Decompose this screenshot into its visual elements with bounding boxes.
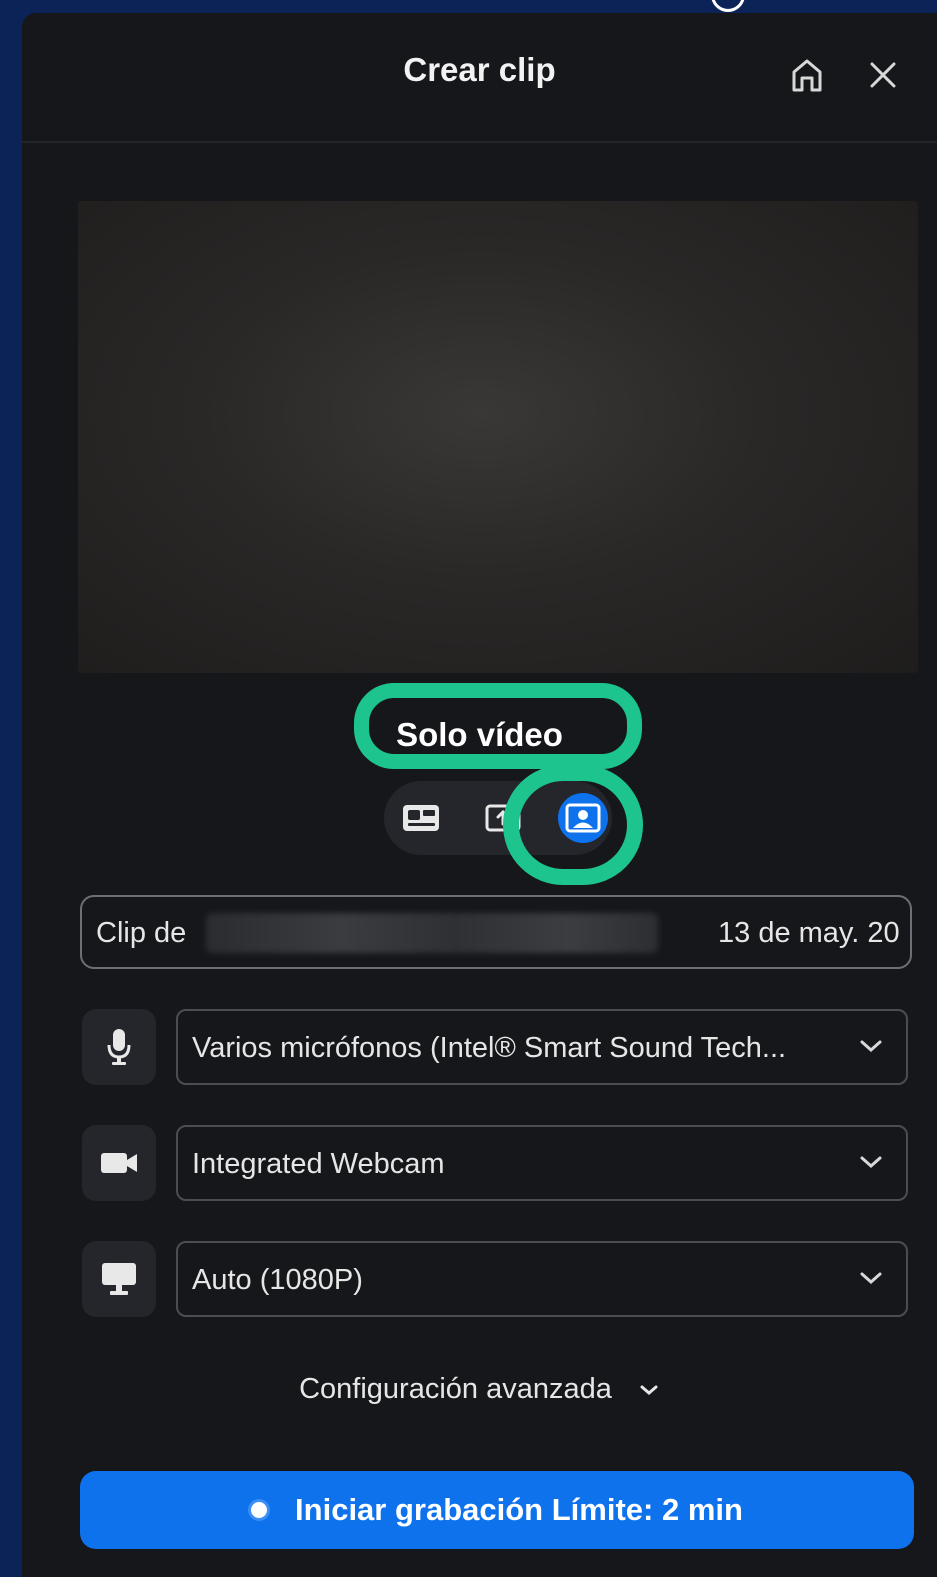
clip-name-date: 13 de may. 20 bbox=[718, 917, 900, 949]
chevron-down-icon bbox=[860, 1040, 882, 1053]
resolution-select[interactable]: Auto (1080P) bbox=[176, 1241, 908, 1317]
mode-camera-only-button[interactable] bbox=[558, 793, 608, 843]
home-icon bbox=[792, 59, 822, 92]
chevron-down-icon bbox=[860, 1156, 882, 1169]
recording-mode-label: Solo vídeo bbox=[396, 716, 563, 753]
backdrop-glyph bbox=[711, 0, 745, 12]
close-icon bbox=[870, 62, 896, 88]
start-recording-label: Iniciar grabación Límite: 2 min bbox=[295, 1492, 743, 1527]
microphone-icon-tile bbox=[82, 1009, 156, 1085]
microphone-icon bbox=[107, 1029, 131, 1065]
start-recording-button[interactable]: Iniciar grabación Límite: 2 min bbox=[80, 1471, 914, 1549]
share-screen-icon bbox=[485, 804, 521, 832]
close-button[interactable] bbox=[860, 53, 906, 97]
resolution-value: Auto (1080P) bbox=[192, 1264, 363, 1296]
create-clip-panel: Crear clip Solo vídeo Clip de 13 de may.… bbox=[22, 13, 937, 1577]
redacted-text bbox=[206, 913, 658, 953]
monitor-icon-tile bbox=[82, 1241, 156, 1317]
camera-value: Integrated Webcam bbox=[192, 1148, 445, 1180]
chevron-down-icon bbox=[640, 1385, 658, 1396]
mode-screen-and-camera-button[interactable] bbox=[396, 793, 446, 843]
camera-preview bbox=[78, 201, 918, 673]
mode-share-screen-button[interactable] bbox=[478, 793, 528, 843]
camera-select[interactable]: Integrated Webcam bbox=[176, 1125, 908, 1201]
chevron-down-icon bbox=[860, 1272, 882, 1285]
camera-only-icon bbox=[565, 803, 601, 833]
screen-and-camera-icon bbox=[403, 805, 439, 831]
microphone-value: Varios micrófonos (Intel® Smart Sound Te… bbox=[192, 1032, 787, 1064]
advanced-settings-label: Configuración avanzada bbox=[299, 1373, 612, 1405]
clip-name-prefix: Clip de bbox=[96, 917, 187, 949]
microphone-select[interactable]: Varios micrófonos (Intel® Smart Sound Te… bbox=[176, 1009, 908, 1085]
record-dot-icon bbox=[251, 1502, 268, 1518]
clip-name-field[interactable]: Clip de 13 de may. 20 bbox=[80, 895, 912, 969]
desktop-backdrop bbox=[0, 0, 937, 14]
camera-icon-tile bbox=[82, 1125, 156, 1201]
monitor-icon bbox=[102, 1263, 136, 1295]
advanced-settings-toggle[interactable]: Configuración avanzada bbox=[22, 1373, 937, 1406]
header: Crear clip bbox=[22, 13, 937, 143]
recording-mode-selector bbox=[384, 781, 612, 855]
home-button[interactable] bbox=[782, 53, 832, 97]
camera-icon bbox=[101, 1153, 137, 1173]
